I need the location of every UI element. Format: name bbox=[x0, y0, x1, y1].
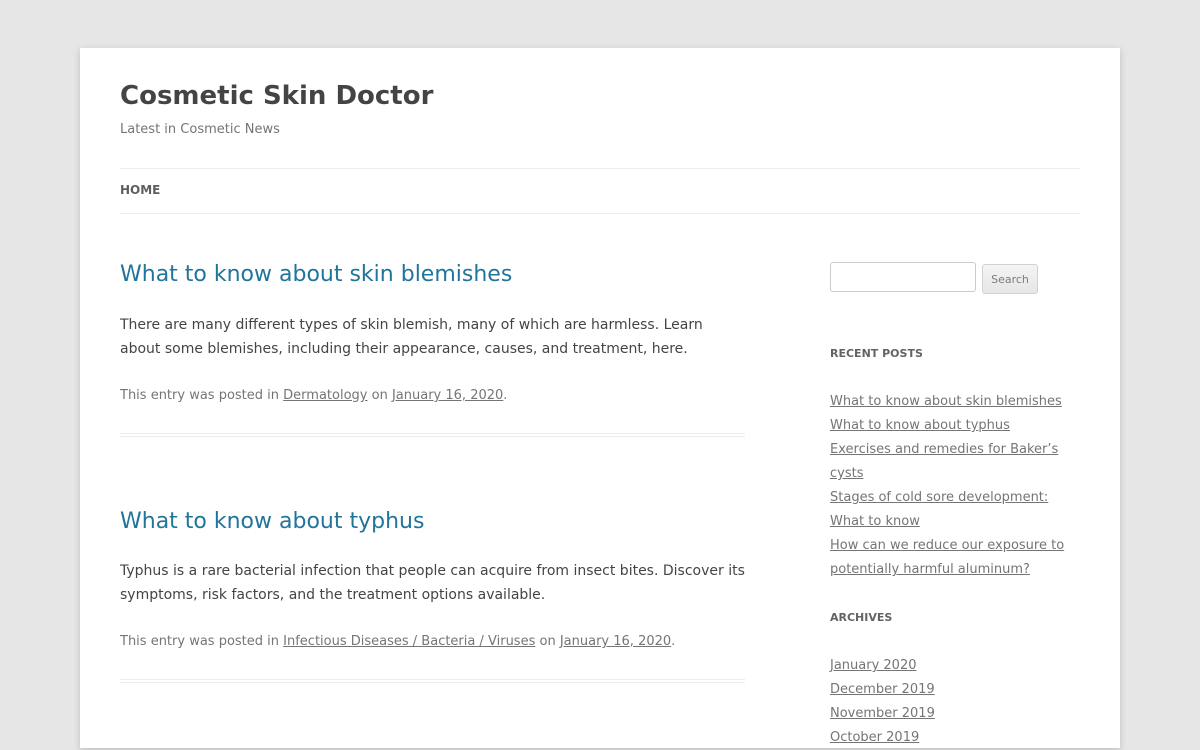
archive-link[interactable]: December 2019 bbox=[830, 682, 935, 697]
site-description: Latest in Cosmetic News bbox=[120, 122, 280, 137]
nav-item-home[interactable]: HOME bbox=[120, 183, 160, 197]
post-title[interactable]: What to know about typhus bbox=[120, 507, 424, 537]
recent-post-link[interactable]: Stages of cold sore development: What to… bbox=[830, 490, 1048, 529]
meta-prefix: This entry was posted in bbox=[120, 634, 280, 649]
page-container: Cosmetic Skin Doctor Latest in Cosmetic … bbox=[80, 48, 1120, 748]
post-date-link[interactable]: January 16, 2020 bbox=[560, 634, 671, 649]
recent-post-link[interactable]: What to know about skin blemishes bbox=[830, 394, 1062, 409]
meta-suffix: . bbox=[671, 634, 676, 649]
recent-post-link[interactable]: How can we reduce our exposure to po­ten… bbox=[830, 538, 1064, 577]
archives-title: ARCHIVES bbox=[830, 611, 893, 624]
search-button[interactable]: Search bbox=[982, 264, 1038, 294]
list-item: What to know about typhus bbox=[830, 414, 1080, 438]
list-item: What to know about skin blemishes bbox=[830, 390, 1080, 414]
post-meta: This entry was posted in Dermatology on … bbox=[120, 388, 507, 403]
recent-posts-title: RECENT POSTS bbox=[830, 347, 923, 360]
archive-link[interactable]: January 2020 bbox=[830, 658, 917, 673]
recent-posts-list: What to know about skin blemishes What t… bbox=[830, 390, 1080, 582]
list-item: November 2019 bbox=[830, 702, 1080, 726]
main-navigation: HOME bbox=[120, 168, 1080, 214]
site-title[interactable]: Cosmetic Skin Doctor bbox=[120, 78, 433, 114]
list-item: Stages of cold sore development: What to… bbox=[830, 486, 1080, 534]
post-category-link[interactable]: Infectious Diseases / Bacteria / Viruses bbox=[283, 634, 535, 649]
post-divider bbox=[120, 679, 745, 683]
post-divider bbox=[120, 433, 745, 437]
search-input[interactable] bbox=[830, 262, 976, 292]
post-excerpt: There are many different types of skin b… bbox=[120, 317, 703, 357]
post-excerpt: Typhus is a rare bacterial infection tha… bbox=[120, 563, 745, 603]
meta-suffix: . bbox=[503, 388, 508, 403]
post-title[interactable]: What to know about skin blemishes bbox=[120, 260, 512, 290]
post-meta: This entry was posted in Infectious Dise… bbox=[120, 634, 675, 649]
recent-post-link[interactable]: Exercises and remedies for Baker’s cysts bbox=[830, 442, 1058, 481]
list-item: How can we reduce our exposure to po­ten… bbox=[830, 534, 1080, 582]
list-item: December 2019 bbox=[830, 678, 1080, 702]
recent-post-link[interactable]: What to know about typhus bbox=[830, 418, 1010, 433]
list-item: Exercises and remedies for Baker’s cysts bbox=[830, 438, 1080, 486]
post-date-link[interactable]: January 16, 2020 bbox=[392, 388, 503, 403]
archive-link[interactable]: November 2019 bbox=[830, 706, 935, 721]
archives-list: January 2020 December 2019 November 2019… bbox=[830, 654, 1080, 750]
archive-link[interactable]: October 2019 bbox=[830, 730, 919, 745]
post-category-link[interactable]: Dermatology bbox=[283, 388, 367, 403]
meta-prefix: This entry was posted in bbox=[120, 388, 280, 403]
list-item: October 2019 bbox=[830, 726, 1080, 750]
list-item: January 2020 bbox=[830, 654, 1080, 678]
meta-on: on bbox=[371, 388, 388, 403]
meta-on: on bbox=[539, 634, 556, 649]
